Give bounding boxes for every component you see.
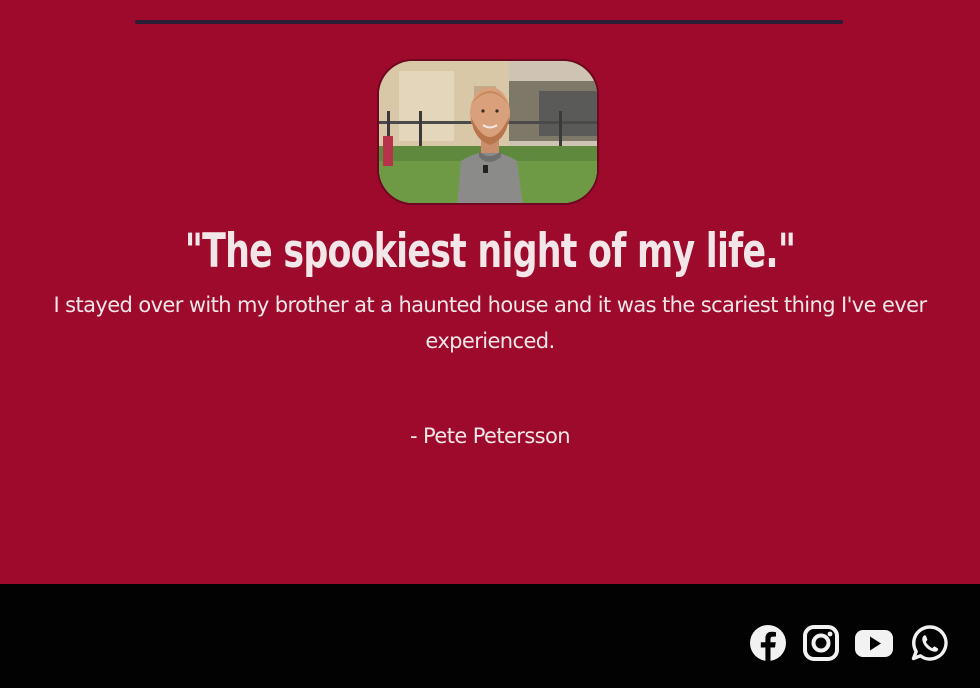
avatar-image	[379, 61, 597, 203]
facebook-icon[interactable]	[748, 623, 788, 663]
whatsapp-icon[interactable]	[910, 623, 950, 663]
testimonial-quote: "The spookiest night of my life."	[184, 224, 796, 279]
instagram-icon[interactable]	[801, 623, 841, 663]
testimonial-avatar	[377, 59, 599, 205]
youtube-icon[interactable]	[854, 623, 894, 663]
testimonial-section: "The spookiest night of my life." I stay…	[0, 0, 980, 584]
testimonial-text: I stayed over with my brother at a haunt…	[53, 293, 927, 353]
testimonial-author: - Pete Petersson	[410, 424, 571, 448]
divider	[135, 20, 843, 24]
